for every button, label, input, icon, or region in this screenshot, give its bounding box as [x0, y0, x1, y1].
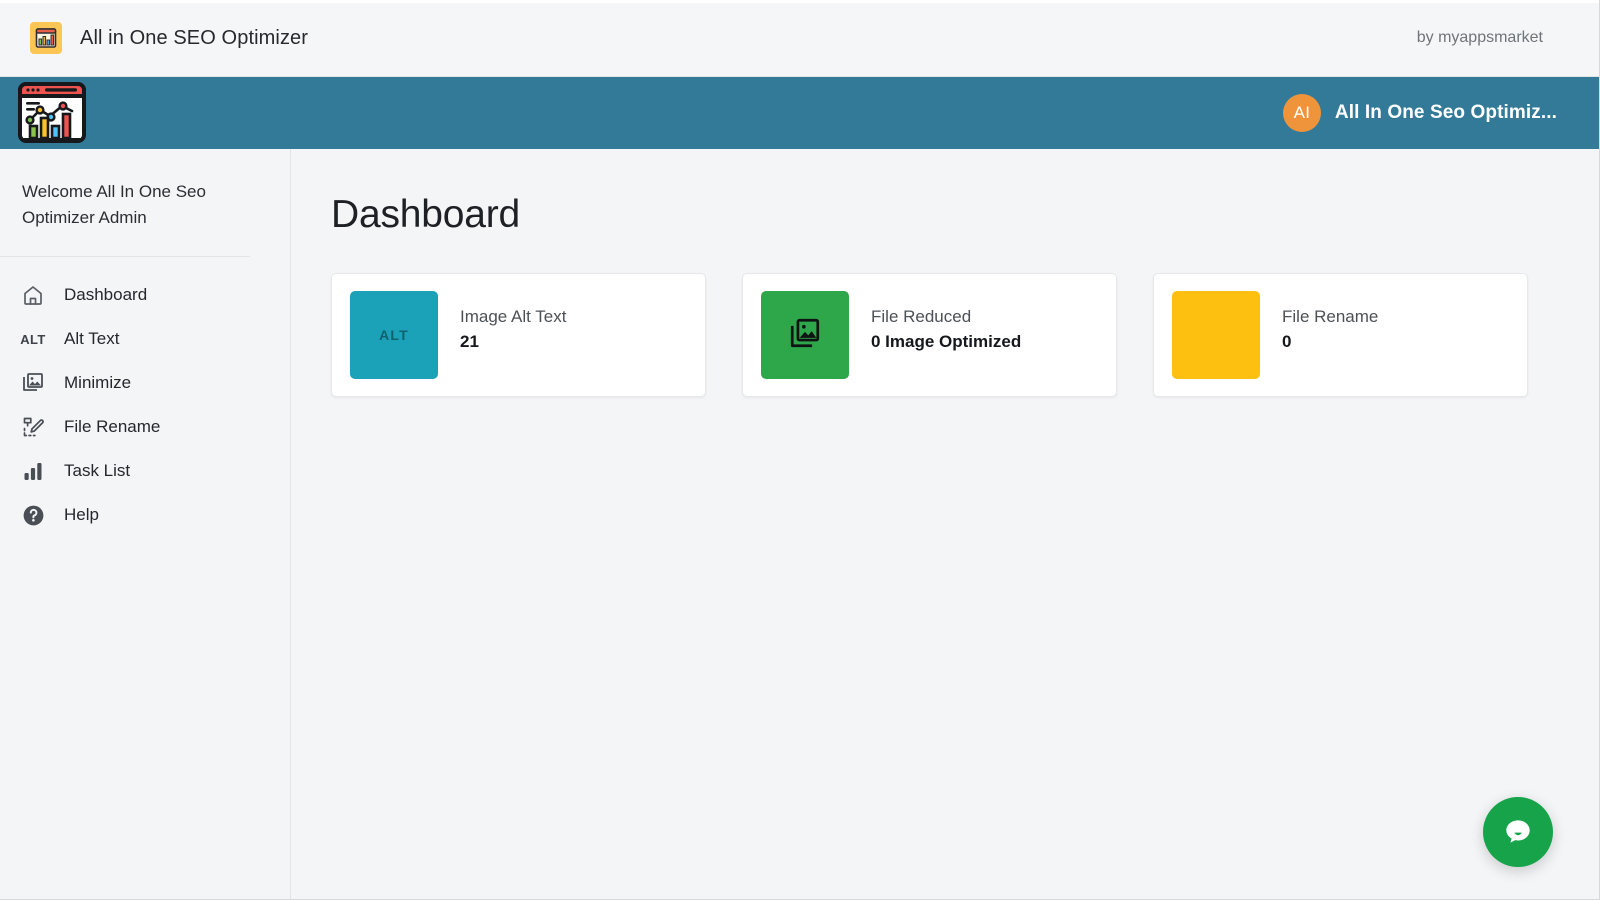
sidebar-item-label: Task List [64, 461, 130, 481]
card-value: 0 [1282, 333, 1378, 352]
browser-analytics-logo-icon[interactable] [14, 77, 90, 149]
main-content: Dashboard ALT Image Alt Text 21 [291, 149, 1599, 899]
image-stack-icon [788, 316, 822, 355]
card-tile [761, 291, 849, 379]
chat-bubble-icon [1501, 815, 1535, 849]
bar-chart-icon [20, 458, 46, 484]
sidebar-item-label: Help [64, 505, 99, 525]
sidebar-item-dashboard[interactable]: Dashboard [0, 273, 290, 317]
card-body: Image Alt Text 21 [460, 291, 566, 351]
stat-card-list: ALT Image Alt Text 21 [331, 273, 1559, 397]
card-label: Image Alt Text [460, 308, 566, 327]
card-body: File Rename 0 [1282, 291, 1378, 351]
home-icon [20, 282, 46, 308]
card-body: File Reduced 0 Image Optimized [871, 291, 1021, 351]
stat-card-image-alt-text[interactable]: ALT Image Alt Text 21 [331, 273, 706, 397]
app-topbar: AI All In One Seo Optimiz... [0, 77, 1599, 149]
alt-text-icon: ALT [379, 327, 409, 343]
stat-card-file-rename[interactable]: File Rename 0 [1153, 273, 1528, 397]
sidebar-item-label: Dashboard [64, 285, 147, 305]
sidebar: Welcome All In One Seo Optimizer Admin D… [0, 149, 291, 899]
application-window: All in One SEO Optimizer by myappsmarket [0, 0, 1600, 900]
chat-launcher-button[interactable] [1483, 797, 1553, 867]
sidebar-item-help[interactable]: Help [0, 493, 290, 537]
extension-brand: All in One SEO Optimizer [30, 22, 308, 54]
card-value: 0 Image Optimized [871, 333, 1021, 352]
tag-pencil-icon [20, 414, 46, 440]
sidebar-item-task-list[interactable]: Task List [0, 449, 290, 493]
sidebar-item-label: File Rename [64, 417, 160, 437]
sidebar-nav: Dashboard ALT Alt Text M [0, 257, 290, 537]
sidebar-item-minimize[interactable]: Minimize [0, 361, 290, 405]
seo-chart-favicon-icon [30, 22, 62, 54]
question-circle-icon [20, 502, 46, 528]
card-label: File Rename [1282, 308, 1378, 327]
page-title: Dashboard [331, 193, 1559, 237]
image-stack-icon [20, 370, 46, 396]
sidebar-welcome-text: Welcome All In One Seo Optimizer Admin [0, 149, 250, 257]
card-tile [1172, 291, 1260, 379]
alt-text-icon: ALT [20, 326, 46, 352]
sidebar-item-file-rename[interactable]: File Rename [0, 405, 290, 449]
card-tile: ALT [350, 291, 438, 379]
sidebar-item-alt-text[interactable]: ALT Alt Text [0, 317, 290, 361]
user-name: All In One Seo Optimiz... [1335, 102, 1557, 124]
sidebar-item-label: Minimize [64, 373, 131, 393]
user-menu[interactable]: AI All In One Seo Optimiz... [1283, 94, 1569, 132]
stat-card-file-reduced[interactable]: File Reduced 0 Image Optimized [742, 273, 1117, 397]
avatar: AI [1283, 94, 1321, 132]
extension-title-bar: All in One SEO Optimizer by myappsmarket [0, 0, 1599, 77]
card-value: 21 [460, 333, 566, 352]
sidebar-item-label: Alt Text [64, 329, 119, 349]
extension-title: All in One SEO Optimizer [80, 27, 308, 50]
body-split: Welcome All In One Seo Optimizer Admin D… [0, 149, 1599, 899]
card-label: File Reduced [871, 308, 1021, 327]
extension-credit: by myappsmarket [1417, 29, 1573, 47]
